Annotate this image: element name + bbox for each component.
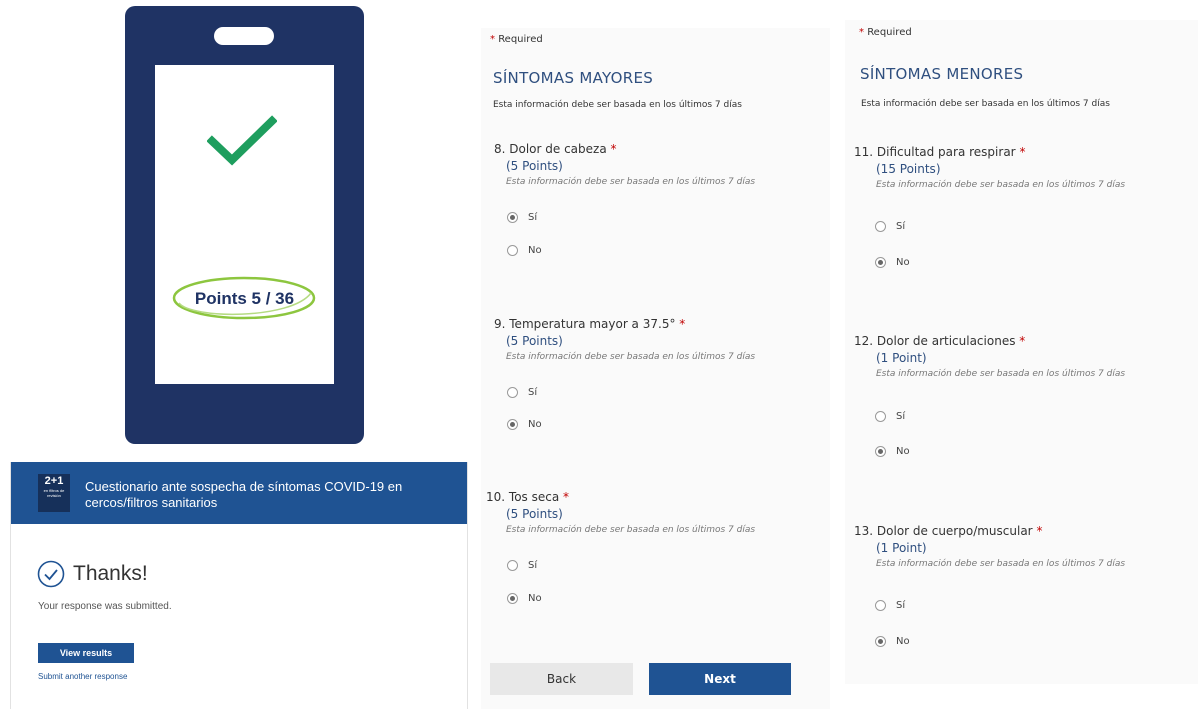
option-label: Sí <box>896 221 906 232</box>
radio-option-si[interactable]: Sí <box>875 600 905 611</box>
question-description: Esta información debe ser basada en los … <box>876 559 1126 569</box>
option-label: Sí <box>528 387 538 398</box>
question-label: 8. Dolor de cabeza * <box>494 142 617 156</box>
option-label: No <box>896 257 910 268</box>
question-description: Esta información debe ser basada en los … <box>506 525 756 535</box>
section-title: SÍNTOMAS MENORES <box>860 65 1024 83</box>
question-description: Esta información debe ser basada en los … <box>876 180 1126 190</box>
option-label: No <box>896 446 910 457</box>
logo-text: 2+1 <box>44 475 64 487</box>
radio-option-si[interactable]: Sí <box>875 221 905 232</box>
section-description: Esta información debe ser basada en los … <box>861 99 1110 109</box>
question-points: (5 Points) <box>506 334 563 348</box>
thanks-card: 2+1 en filtros de revisión Cuestionario … <box>10 462 468 709</box>
question-points: (15 Points) <box>876 162 941 176</box>
submitted-message: Your response was submitted. <box>38 601 172 612</box>
radio-option-si[interactable]: Sí <box>507 387 537 398</box>
radio-option-no[interactable]: No <box>875 636 910 647</box>
question-points: (1 Point) <box>876 541 927 555</box>
question-block: 10. Tos seca * (5 Points) Esta informaci… <box>486 490 755 535</box>
required-label: Required <box>498 34 543 45</box>
phone-speaker <box>214 27 274 45</box>
question-block: 8. Dolor de cabeza * (5 Points) Esta inf… <box>494 142 755 187</box>
question-block: 13. Dolor de cuerpo/muscular * (1 Point)… <box>854 524 1125 569</box>
radio-option-no[interactable]: No <box>507 419 542 430</box>
form-panel-menores: * Required SÍNTOMAS MENORES Esta informa… <box>845 20 1198 684</box>
required-label: Required <box>867 27 912 38</box>
next-button[interactable]: Next <box>649 663 791 695</box>
radio-button[interactable] <box>507 560 518 571</box>
question-block: 9. Temperatura mayor a 37.5° * (5 Points… <box>494 317 755 362</box>
radio-button[interactable] <box>507 387 518 398</box>
question-points: (5 Points) <box>506 159 563 173</box>
radio-button[interactable] <box>875 257 886 268</box>
question-label: 10. Tos seca * <box>486 490 570 504</box>
submit-another-link[interactable]: Submit another response <box>38 672 127 681</box>
option-label: Sí <box>528 212 538 223</box>
radio-button[interactable] <box>507 419 518 430</box>
radio-button[interactable] <box>875 411 886 422</box>
radio-button[interactable] <box>875 636 886 647</box>
required-note: * Required <box>859 27 912 38</box>
checkmark-icon <box>207 115 277 166</box>
question-label: 9. Temperatura mayor a 37.5° * <box>494 317 686 331</box>
option-label: No <box>528 245 542 256</box>
question-block: 11. Dificultad para respirar * (15 Point… <box>854 145 1125 190</box>
check-circle-icon <box>37 560 65 588</box>
question-points: (5 Points) <box>506 507 563 521</box>
radio-option-no[interactable]: No <box>507 593 542 604</box>
radio-option-si[interactable]: Sí <box>507 560 537 571</box>
form-header: 2+1 en filtros de revisión Cuestionario … <box>11 462 467 524</box>
radio-option-no[interactable]: No <box>507 245 542 256</box>
question-label: 12. Dolor de articulaciones * <box>854 334 1026 348</box>
radio-button[interactable] <box>507 593 518 604</box>
radio-button[interactable] <box>875 600 886 611</box>
radio-option-no[interactable]: No <box>875 446 910 457</box>
option-label: No <box>896 636 910 647</box>
logo-subtext: en filtros de revisión <box>43 488 65 498</box>
option-label: No <box>528 593 542 604</box>
option-label: Sí <box>896 600 906 611</box>
radio-button[interactable] <box>875 446 886 457</box>
section-description: Esta información debe ser basada en los … <box>493 100 742 110</box>
radio-option-si[interactable]: Sí <box>875 411 905 422</box>
back-button[interactable]: Back <box>490 663 633 695</box>
question-text: 13. Dolor de cuerpo/muscular <box>854 524 1033 538</box>
thanks-heading: Thanks! <box>37 560 148 588</box>
option-label: Sí <box>528 560 538 571</box>
option-label: No <box>528 419 542 430</box>
radio-option-no[interactable]: No <box>875 257 910 268</box>
question-points: (1 Point) <box>876 351 927 365</box>
form-title: Cuestionario ante sospecha de síntomas C… <box>85 479 403 510</box>
thanks-title: Thanks! <box>73 562 148 585</box>
question-text: 8. Dolor de cabeza <box>494 142 607 156</box>
radio-button[interactable] <box>507 212 518 223</box>
form-logo: 2+1 en filtros de revisión <box>38 474 70 512</box>
required-note: * Required <box>490 34 543 45</box>
question-label: 11. Dificultad para respirar * <box>854 145 1026 159</box>
question-description: Esta información debe ser basada en los … <box>506 352 756 362</box>
phone-illustration: Points 5 / 36 <box>125 6 364 444</box>
radio-button[interactable] <box>875 221 886 232</box>
question-text: 9. Temperatura mayor a 37.5° <box>494 317 676 331</box>
score-text: Points 5 / 36 <box>194 289 295 308</box>
form-panel-mayores: * Required SÍNTOMAS MAYORES Esta informa… <box>481 28 830 709</box>
question-text: 11. Dificultad para respirar <box>854 145 1016 159</box>
question-text: 12. Dolor de articulaciones <box>854 334 1016 348</box>
radio-option-si[interactable]: Sí <box>507 212 537 223</box>
question-description: Esta información debe ser basada en los … <box>876 369 1126 379</box>
question-block: 12. Dolor de articulaciones * (1 Point) … <box>854 334 1125 379</box>
option-label: Sí <box>896 411 906 422</box>
question-text: 10. Tos seca <box>486 490 560 504</box>
radio-button[interactable] <box>507 245 518 256</box>
question-label: 13. Dolor de cuerpo/muscular * <box>854 524 1043 538</box>
phone-screen: Points 5 / 36 <box>155 65 334 384</box>
question-description: Esta información debe ser basada en los … <box>506 177 756 187</box>
view-results-button[interactable]: View results <box>38 643 134 663</box>
section-title: SÍNTOMAS MAYORES <box>493 69 654 87</box>
